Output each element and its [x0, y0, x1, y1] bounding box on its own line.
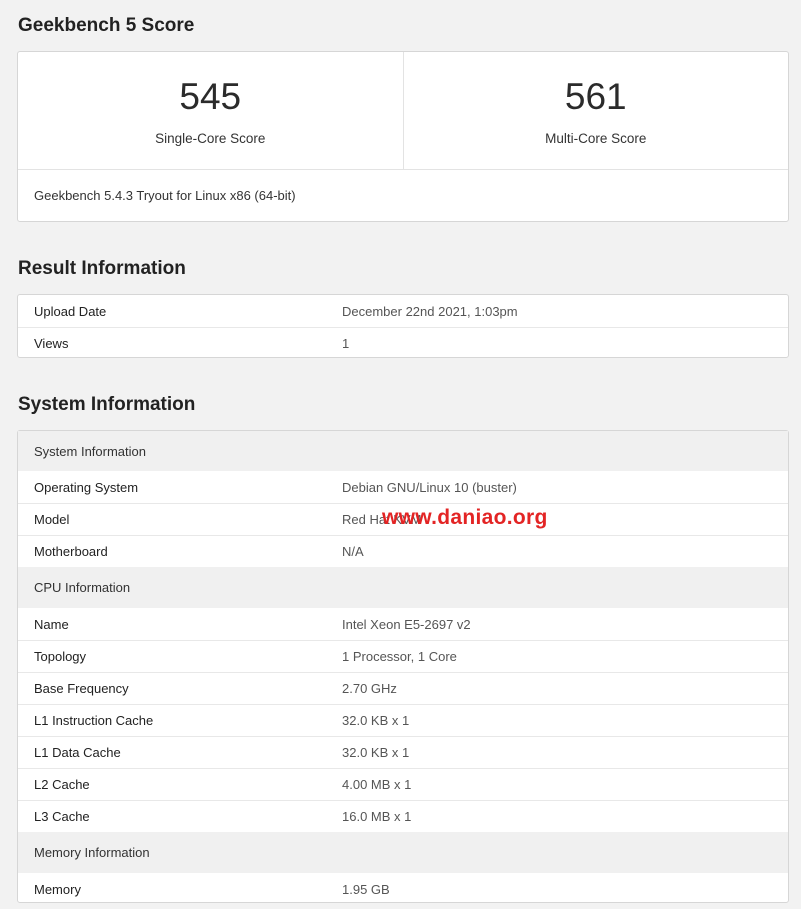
result-section-title: Result Information — [18, 258, 186, 279]
table-row: Topology 1 Processor, 1 Core — [18, 640, 788, 672]
row-key: Topology — [34, 649, 87, 664]
row-key: L1 Data Cache — [34, 745, 121, 760]
table-row: Name Intel Xeon E5-2697 v2 — [18, 608, 788, 640]
system-section-title: System Information — [18, 394, 196, 415]
row-key: Model — [34, 512, 70, 527]
row-key: Views — [34, 336, 69, 351]
row-value: 4.00 MB x 1 — [342, 777, 412, 792]
row-key: Motherboard — [34, 544, 108, 559]
row-value: 1 Processor, 1 Core — [342, 649, 457, 664]
row-key: L1 Instruction Cache — [34, 713, 154, 728]
table-row: L1 Instruction Cache 32.0 KB x 1 — [18, 704, 788, 736]
score-section-title: Geekbench 5 Score — [18, 15, 195, 36]
row-value: 2.70 GHz — [342, 681, 397, 696]
single-core-cell: 545 Single-Core Score — [18, 52, 403, 169]
table-row: Motherboard N/A — [18, 535, 788, 567]
row-value: 16.0 MB x 1 — [342, 809, 412, 824]
table-row: L2 Cache 4.00 MB x 1 — [18, 768, 788, 800]
single-core-score-label: Single-Core Score — [155, 131, 266, 146]
table-row: L3 Cache 16.0 MB x 1 — [18, 800, 788, 832]
row-value: Debian GNU/Linux 10 (buster) — [342, 479, 517, 495]
row-key: L2 Cache — [34, 777, 90, 792]
row-value: December 22nd 2021, 1:03pm — [342, 303, 518, 319]
row-key: L3 Cache — [34, 809, 90, 824]
single-core-score-value[interactable]: 545 — [18, 77, 403, 117]
watermark-text: www.daniao.org — [382, 506, 548, 529]
section-heading-system: System Information — [18, 431, 788, 471]
multi-core-score-label: Multi-Core Score — [545, 131, 647, 146]
table-row: Operating System Debian GNU/Linux 10 (bu… — [18, 471, 788, 503]
multi-core-score-value[interactable]: 561 — [404, 77, 789, 117]
geekbench-result-page: Geekbench 5 Score 545 Single-Core Score … — [0, 0, 801, 909]
row-value: 32.0 KB x 1 — [342, 745, 410, 760]
table-row: Memory 1.95 GB — [18, 873, 788, 905]
row-value: Intel Xeon E5-2697 v2 — [342, 616, 471, 632]
multi-core-cell: 561 Multi-Core Score — [402, 52, 789, 169]
system-information-table: System Information Operating System Debi… — [17, 430, 789, 903]
section-heading-memory: Memory Information — [18, 832, 788, 873]
benchmark-version: Geekbench 5.4.3 Tryout for Linux x86 (64… — [34, 188, 296, 203]
row-key: Operating System — [34, 479, 139, 495]
row-key: Base Frequency — [34, 681, 129, 696]
section-heading-cpu: CPU Information — [18, 567, 788, 608]
score-card: 545 Single-Core Score 561 Multi-Core Sco… — [17, 51, 789, 222]
table-row: L1 Data Cache 32.0 KB x 1 — [18, 736, 788, 768]
row-value: 1.95 GB — [342, 881, 390, 897]
row-key: Memory — [34, 881, 81, 897]
row-value: 1 — [342, 336, 350, 351]
result-information-table: Upload Date December 22nd 2021, 1:03pm V… — [17, 294, 789, 358]
table-row: Upload Date December 22nd 2021, 1:03pm — [18, 295, 788, 327]
row-value: N/A — [342, 544, 364, 559]
score-row: 545 Single-Core Score 561 Multi-Core Sco… — [18, 52, 788, 170]
row-key: Name — [34, 616, 69, 632]
table-row: Views 1 — [18, 327, 788, 359]
table-row: Base Frequency 2.70 GHz — [18, 672, 788, 704]
row-value: 32.0 KB x 1 — [342, 713, 410, 728]
row-key: Upload Date — [34, 303, 107, 319]
